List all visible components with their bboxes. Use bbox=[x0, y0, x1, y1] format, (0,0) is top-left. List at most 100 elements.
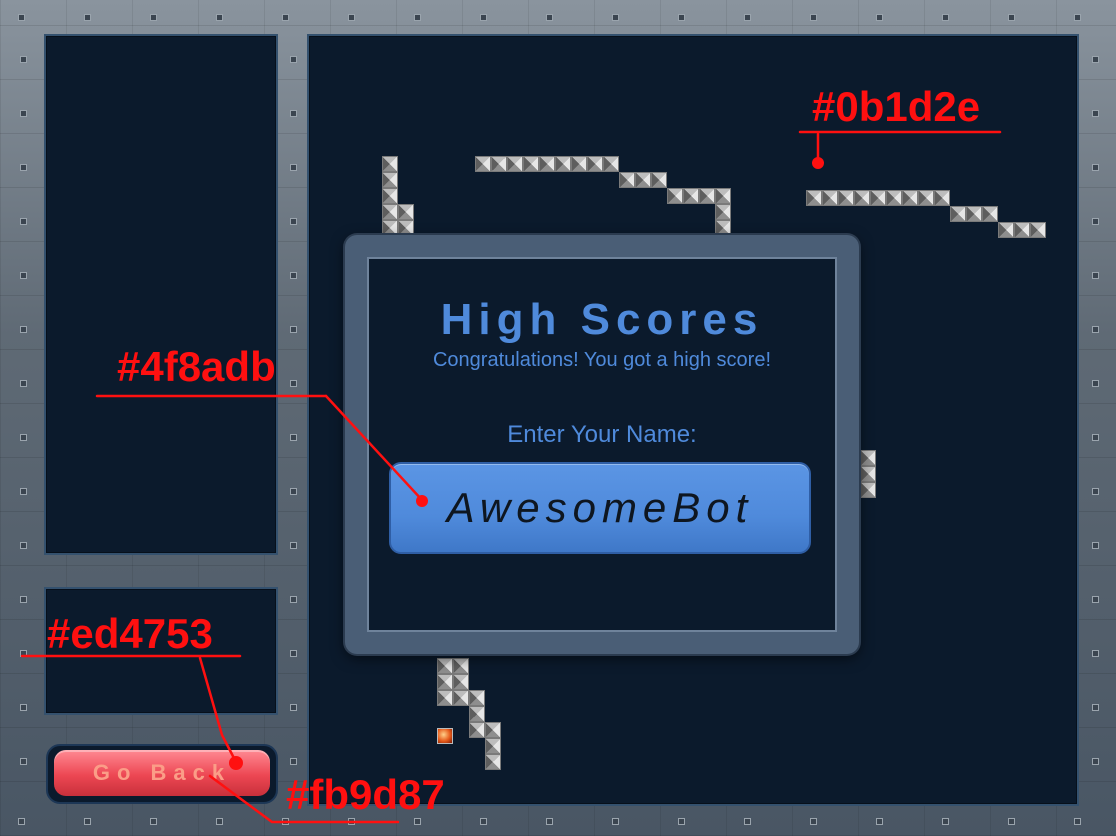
snake-block bbox=[998, 222, 1014, 238]
snake-block bbox=[437, 674, 453, 690]
rivet bbox=[480, 14, 487, 21]
rivet bbox=[282, 14, 289, 21]
rivet bbox=[20, 434, 27, 441]
annotation-board-color: #0b1d2e bbox=[812, 83, 981, 130]
rivet bbox=[942, 818, 949, 825]
snake-block bbox=[485, 738, 501, 754]
rivet bbox=[348, 14, 355, 21]
snake-block bbox=[715, 220, 731, 236]
rivet bbox=[290, 272, 297, 279]
rivet bbox=[20, 704, 27, 711]
rivet bbox=[1092, 650, 1099, 657]
rivet bbox=[20, 380, 27, 387]
rivet bbox=[1092, 56, 1099, 63]
rivet bbox=[1008, 14, 1015, 21]
rivet bbox=[810, 14, 817, 21]
rivet bbox=[150, 14, 157, 21]
snake-block bbox=[437, 690, 453, 706]
snake-block bbox=[635, 172, 651, 188]
rivet bbox=[290, 218, 297, 225]
snake-block bbox=[382, 156, 398, 172]
name-field-label: Enter Your Name: bbox=[507, 421, 697, 448]
rivet bbox=[744, 14, 751, 21]
rivet bbox=[290, 758, 297, 765]
snake-block bbox=[860, 466, 876, 482]
rivet bbox=[1092, 326, 1099, 333]
rivet bbox=[290, 650, 297, 657]
rivet bbox=[546, 818, 553, 825]
snake-block bbox=[475, 156, 491, 172]
rivet bbox=[20, 56, 27, 63]
rivet bbox=[20, 758, 27, 765]
rivet bbox=[1074, 14, 1081, 21]
snake-block bbox=[982, 206, 998, 222]
rivet bbox=[414, 14, 421, 21]
snake-block bbox=[485, 722, 501, 738]
rivet bbox=[290, 164, 297, 171]
rivet bbox=[84, 818, 91, 825]
snake-block bbox=[683, 188, 699, 204]
snake-block bbox=[555, 156, 571, 172]
rivet bbox=[1092, 164, 1099, 171]
snake-block bbox=[822, 190, 838, 206]
snake-block bbox=[886, 190, 902, 206]
rivet bbox=[290, 488, 297, 495]
snake-block bbox=[469, 722, 485, 738]
rivet bbox=[1074, 818, 1081, 825]
rivet bbox=[290, 110, 297, 117]
rivet bbox=[20, 272, 27, 279]
rivet bbox=[480, 818, 487, 825]
snake-block bbox=[619, 172, 635, 188]
high-score-dialog: High Scores Congratulations! You got a h… bbox=[345, 235, 859, 654]
rivet bbox=[290, 596, 297, 603]
snake-block bbox=[603, 156, 619, 172]
snake-block bbox=[1030, 222, 1046, 238]
rivet bbox=[876, 818, 883, 825]
player-name-input[interactable] bbox=[389, 462, 811, 554]
rivet bbox=[20, 488, 27, 495]
snake-block bbox=[469, 690, 485, 706]
annotation-button-text-color: #fb9d87 bbox=[286, 771, 445, 818]
rivet bbox=[290, 704, 297, 711]
rivet bbox=[18, 14, 25, 21]
rivet bbox=[1092, 218, 1099, 225]
rivet bbox=[20, 164, 27, 171]
rivet bbox=[20, 596, 27, 603]
rivet bbox=[1092, 110, 1099, 117]
rivet bbox=[612, 14, 619, 21]
rivet bbox=[290, 326, 297, 333]
snake-block bbox=[950, 206, 966, 222]
snake-block bbox=[382, 188, 398, 204]
rivet bbox=[216, 818, 223, 825]
rivet bbox=[18, 818, 25, 825]
rivet bbox=[1092, 542, 1099, 549]
rivet bbox=[1092, 380, 1099, 387]
rivet bbox=[1092, 596, 1099, 603]
rivet bbox=[1092, 434, 1099, 441]
rivet bbox=[20, 650, 27, 657]
rivet bbox=[1092, 758, 1099, 765]
rivet bbox=[612, 818, 619, 825]
rivet bbox=[20, 218, 27, 225]
go-back-button[interactable]: Go Back bbox=[54, 750, 270, 796]
annotation-input-color: #4f8adb bbox=[117, 343, 276, 390]
annotation-button-color: #ed4753 bbox=[47, 610, 213, 657]
rivet bbox=[20, 110, 27, 117]
high-score-dialog-body: High Scores Congratulations! You got a h… bbox=[367, 257, 837, 632]
snake-block bbox=[485, 754, 501, 770]
snake-block bbox=[806, 190, 822, 206]
snake-block bbox=[860, 450, 876, 466]
side-info-panel bbox=[44, 34, 278, 555]
rivet bbox=[290, 56, 297, 63]
snake-block bbox=[715, 204, 731, 220]
rivet bbox=[678, 818, 685, 825]
snake-block bbox=[715, 188, 731, 204]
go-back-frame: Go Back bbox=[46, 744, 278, 804]
snake-block bbox=[838, 190, 854, 206]
rivet bbox=[1092, 488, 1099, 495]
rivet bbox=[942, 14, 949, 21]
rivet bbox=[546, 14, 553, 21]
food-pellet bbox=[437, 728, 453, 744]
snake-block bbox=[453, 674, 469, 690]
snake-block bbox=[437, 658, 453, 674]
